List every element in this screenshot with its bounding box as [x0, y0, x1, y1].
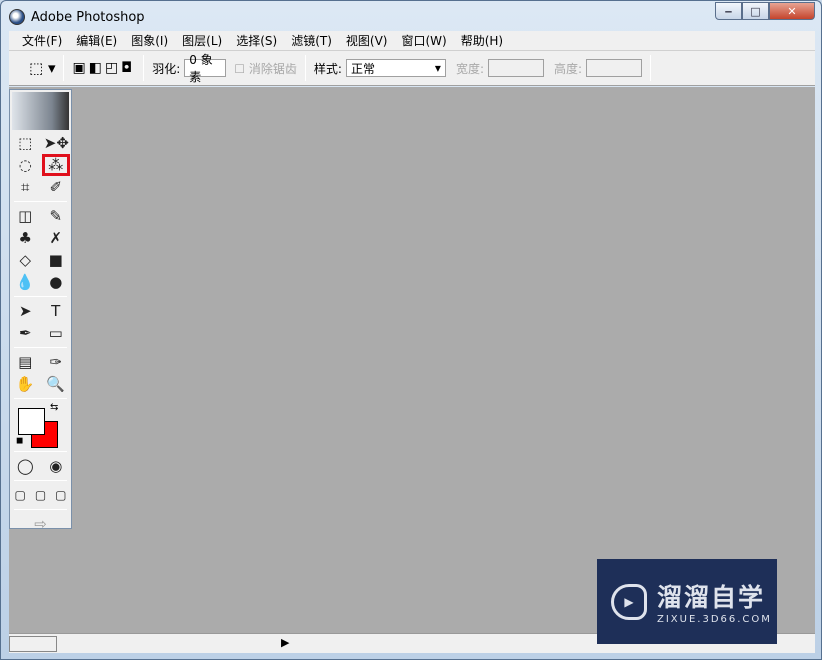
zoom-level-field[interactable]	[9, 636, 57, 652]
height-input[interactable]	[586, 59, 643, 77]
crop-tool-icon[interactable]: ⌗	[13, 178, 37, 196]
watermark-logo: ▶ 溜溜自学 ZIXUE.3D66.COM	[597, 559, 777, 644]
full-screen-mode-icon[interactable]: ▢	[51, 488, 71, 502]
zoom-tool-icon[interactable]: 🔍	[44, 375, 68, 393]
toolbox-divider	[14, 480, 67, 481]
play-logo-icon: ▶	[611, 583, 647, 620]
title-bar: Adobe Photoshop	[9, 7, 145, 27]
standard-screen-mode-icon[interactable]: ▢	[10, 488, 30, 502]
tool-preset-picker[interactable]: ⬚ ▾	[29, 59, 55, 77]
toolbox-divider	[14, 451, 67, 452]
photoshop-app-icon	[9, 9, 25, 25]
status-menu-arrow-icon[interactable]: ▶	[281, 636, 289, 649]
menu-edit[interactable]: 编辑(E)	[69, 32, 124, 49]
toolbox-divider	[14, 201, 67, 202]
toolbox: ⬚ ➤✥ ◌ ⁂ ⌗ ✐ ◫ ✎ ♣ ✗ ◇ ■ 💧 ● ➤ T ✒ ▭ ▤ ✑ ✋ 🔍 ⇆ ◼ ◯ ◉ ▢ ▢ ▢ ⇨	[9, 89, 72, 533]
healing-brush-tool-icon[interactable]: ◫	[13, 207, 37, 225]
slice-tool-icon[interactable]: ✐	[44, 178, 68, 196]
gradient-tool-icon[interactable]: ■	[44, 251, 68, 269]
minimize-button[interactable]: ‒	[715, 2, 742, 20]
menu-bar: 文件(F) 编辑(E) 图象(I) 图层(L) 选择(S) 滤镜(T) 视图(V…	[9, 31, 815, 50]
blur-tool-icon[interactable]: 💧	[13, 273, 37, 291]
brush-tool-icon[interactable]: ✎	[44, 207, 68, 225]
antialias-label: 消除锯齿	[248, 61, 297, 76]
style-label: 样式:	[313, 61, 342, 76]
toolbox-divider	[14, 296, 67, 297]
menu-file[interactable]: 文件(F)	[15, 32, 69, 49]
shape-tool-icon[interactable]: ▭	[44, 324, 68, 342]
close-button[interactable]: ✕	[769, 2, 815, 20]
style-select[interactable]: 正常 ▾	[345, 59, 446, 77]
feather-input[interactable]: 0 象素	[184, 53, 227, 84]
style-value: 正常	[350, 61, 375, 76]
foreground-color-swatch[interactable]	[18, 408, 45, 435]
menu-help[interactable]: 帮助(H)	[454, 32, 510, 49]
menu-view[interactable]: 视图(V)	[339, 32, 395, 49]
toolbox-divider	[14, 347, 67, 348]
type-tool-icon[interactable]: T	[44, 302, 68, 320]
menu-layer[interactable]: 图层(L)	[175, 32, 229, 49]
menu-window[interactable]: 窗口(W)	[394, 32, 453, 49]
selection-mode-buttons[interactable]: ▣◧◰◘	[72, 60, 135, 76]
toolbox-divider	[14, 398, 67, 399]
maximize-button[interactable]: □	[742, 2, 769, 20]
clone-stamp-tool-icon[interactable]: ♣	[13, 229, 37, 247]
feather-label: 羽化:	[152, 61, 181, 76]
eyedropper-tool-icon[interactable]: ✑	[44, 353, 68, 371]
toolbox-header-logo[interactable]	[12, 92, 69, 130]
pen-tool-icon[interactable]: ✒	[13, 324, 37, 342]
width-label: 宽度:	[455, 61, 484, 76]
standard-mode-icon[interactable]: ◯	[13, 457, 37, 475]
magic-wand-tool-icon[interactable]: ⁂	[41, 154, 70, 176]
hand-tool-icon[interactable]: ✋	[13, 375, 37, 393]
color-swatches: ⇆ ◼	[10, 402, 71, 448]
antialias-checkbox[interactable]: ☐ 消除锯齿	[234, 60, 297, 77]
history-brush-tool-icon[interactable]: ✗	[44, 229, 68, 247]
menu-image[interactable]: 图象(I)	[124, 32, 175, 49]
workspace-canvas-area	[9, 87, 815, 633]
eraser-tool-icon[interactable]: ◇	[13, 251, 37, 269]
window-title: Adobe Photoshop	[31, 9, 145, 25]
default-colors-icon[interactable]: ◼	[16, 436, 23, 446]
lasso-tool-icon[interactable]: ◌	[13, 156, 37, 174]
dodge-tool-icon[interactable]: ●	[44, 273, 68, 291]
path-selection-tool-icon[interactable]: ➤	[13, 302, 37, 320]
watermark-url: ZIXUE.3D66.COM	[657, 614, 772, 625]
rectangular-marquee-tool-icon[interactable]: ⬚	[13, 134, 37, 152]
menu-select[interactable]: 选择(S)	[229, 32, 284, 49]
photoshop-window: Adobe Photoshop ‒ □ ✕ 文件(F) 编辑(E) 图象(I) …	[0, 0, 822, 660]
watermark-title: 溜溜自学	[657, 583, 766, 612]
move-tool-icon[interactable]: ➤✥	[44, 134, 69, 152]
width-input[interactable]	[487, 59, 544, 77]
quick-mask-mode-icon[interactable]: ◉	[44, 457, 68, 475]
swap-colors-icon[interactable]: ⇆	[50, 402, 58, 413]
notes-tool-icon[interactable]: ▤	[13, 353, 37, 371]
toolbox-divider	[14, 509, 67, 510]
menu-filter[interactable]: 滤镜(T)	[284, 32, 339, 49]
height-label: 高度:	[553, 61, 583, 76]
options-bar: ⬚ ▾ ▣◧◰◘ 羽化: 0 象素 ☐ 消除锯齿 样式: 正常 ▾ 宽度: 高度:	[9, 50, 815, 86]
jump-to-imageready-icon[interactable]: ⇨	[29, 515, 53, 533]
full-screen-menu-mode-icon[interactable]: ▢	[30, 488, 50, 502]
